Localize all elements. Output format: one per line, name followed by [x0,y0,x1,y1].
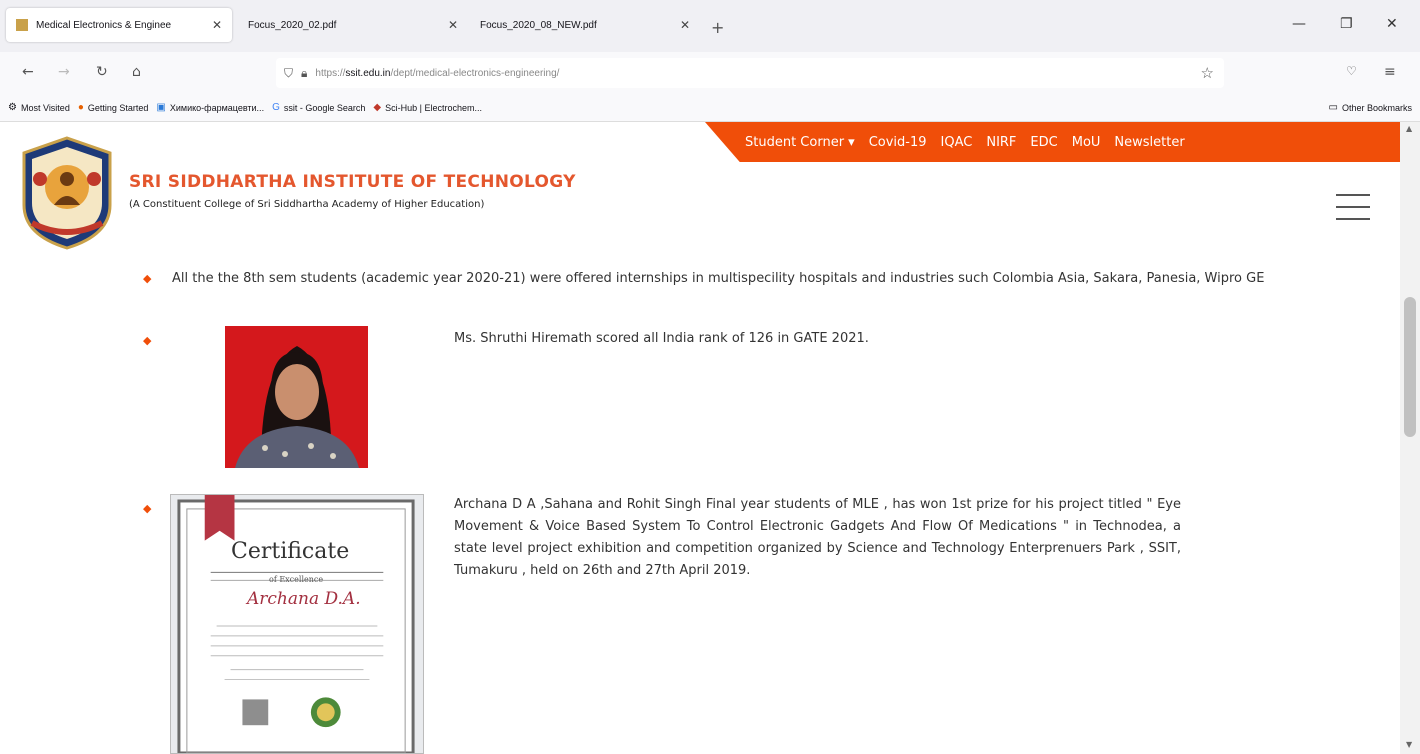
url-host: ssit.edu.in [345,67,391,79]
scrollbar-thumb[interactable] [1404,297,1416,437]
tab-title: Focus_2020_02.pdf [248,19,337,31]
firefox-icon: ● [77,102,84,113]
bookmark-google-search[interactable]: G ssit - Google Search [272,102,365,113]
bookmarks-toolbar: ⚙ Most Visited ● Getting Started ▣ Химик… [0,94,1420,122]
college-logo[interactable] [18,135,116,251]
hamburger-menu-icon[interactable] [1336,194,1370,220]
minimize-icon[interactable]: — [1292,16,1306,32]
nav-nirf[interactable]: NIRF [986,135,1016,150]
restore-icon[interactable]: ❐ [1340,16,1353,32]
certificate-subtitle: of Excellence [269,575,324,584]
institution-subtitle: (A Constituent College of Sri Siddhartha… [129,199,485,210]
certificate-name: Archana D.A. [247,589,361,609]
bookmark-label: Химико-фармацевти... [169,102,265,113]
back-icon[interactable]: ← [22,64,34,80]
browser-tab-bar: Medical Electronics & Enginee ✕ Focus_20… [0,0,1420,52]
achievement-gate-rank: Ms. Shruthi Hiremath scored all India ra… [454,331,869,346]
scroll-up-icon[interactable]: ▲ [1406,124,1412,133]
scihub-icon: ◆ [373,102,382,113]
menu-icon[interactable]: ≡ [1384,64,1396,80]
new-tab-icon[interactable]: + [711,18,724,37]
pocket-icon[interactable]: ♡ [1346,64,1357,78]
close-tab-icon[interactable]: ✕ [212,18,222,32]
url-path: /dept/medical-electronics-engineering/ [390,67,560,79]
bookmark-most-visited[interactable]: ⚙ Most Visited [8,102,70,113]
close-tab-icon[interactable]: ✕ [680,18,690,32]
student-photo [225,326,368,468]
bookmark-label: ssit - Google Search [283,102,366,113]
bookmark-icon: ▣ [156,102,166,113]
bookmark-scihub[interactable]: ◆ Sci-Hub | Electrochem... [373,102,482,113]
nav-edc[interactable]: EDC [1030,135,1057,150]
google-icon: G [272,102,280,113]
certificate-title: Certificate [231,539,350,564]
bullet-icon: ◆ [143,334,152,347]
lock-icon[interactable]: 🔒︎ [301,66,307,81]
bookmark-chemistry[interactable]: ▣ Химико-фармацевти... [156,102,264,113]
bookmark-label: Sci-Hub | Electrochem... [385,102,482,113]
other-bookmarks[interactable]: ▭ Other Bookmarks [1329,102,1412,113]
nav-iqac[interactable]: IQAC [941,135,973,150]
nav-covid-19[interactable]: Covid-19 [869,135,927,150]
bullet-icon: ◆ [143,502,152,515]
site-favicon-icon [16,19,28,31]
page-viewport: Student Corner ▾ Covid-19 IQAC NIRF EDC … [0,122,1400,754]
navigation-toolbar: ← → ↻ ⌂ ⛉ 🔒︎ https:// ssit.edu.in /dept/… [0,52,1420,94]
tab-title: Medical Electronics & Enginee [36,19,172,31]
reload-icon[interactable]: ↻ [96,64,108,80]
tab-title: Focus_2020_08_NEW.pdf [480,19,597,31]
bookmark-getting-started[interactable]: ● Getting Started [78,102,149,113]
vertical-scrollbar[interactable]: ▲ ▼ [1400,122,1420,754]
folder-icon: ▭ [1328,102,1338,113]
nav-student-corner[interactable]: Student Corner ▾ [745,135,855,150]
scroll-down-icon[interactable]: ▼ [1406,740,1412,749]
address-bar[interactable]: ⛉ 🔒︎ https:// ssit.edu.in /dept/medical-… [276,58,1224,88]
shield-icon[interactable]: ⛉ [284,66,293,81]
forward-icon[interactable]: → [58,64,70,80]
close-tab-icon[interactable]: ✕ [448,18,458,32]
bullet-icon: ◆ [143,272,152,285]
bookmark-label: Most Visited [20,102,70,113]
tab-focus-2020-08[interactable]: Focus_2020_08_NEW.pdf ✕ [470,8,700,42]
url-prefix: https:// [315,67,346,79]
tab-medical-electronics[interactable]: Medical Electronics & Enginee ✕ [6,8,232,42]
tab-focus-2020-02[interactable]: Focus_2020_02.pdf ✕ [238,8,468,42]
other-bookmarks-label: Other Bookmarks [1341,102,1412,113]
institution-name[interactable]: SRI SIDDHARTHA INSTITUTE OF TECHNOLOGY [129,172,576,192]
certificate-frame [177,495,415,753]
achievement-internships: All the the 8th sem students (academic y… [172,271,1265,286]
home-icon[interactable]: ⌂ [132,64,141,80]
bookmark-label: Getting Started [87,102,149,113]
nav-mou[interactable]: MoU [1072,135,1101,150]
gear-icon: ⚙ [8,102,17,113]
nav-newsletter[interactable]: Newsletter [1114,135,1184,150]
achievement-project-prize: Archana D A ,Sahana and Rohit Singh Fina… [454,497,1181,578]
top-navigation-strip: Student Corner ▾ Covid-19 IQAC NIRF EDC … [705,122,1400,162]
certificate-image: Certificate of Excellence Archana D.A. [170,494,424,754]
bookmark-star-icon[interactable]: ☆ [1201,64,1214,82]
close-window-icon[interactable]: ✕ [1386,16,1398,32]
